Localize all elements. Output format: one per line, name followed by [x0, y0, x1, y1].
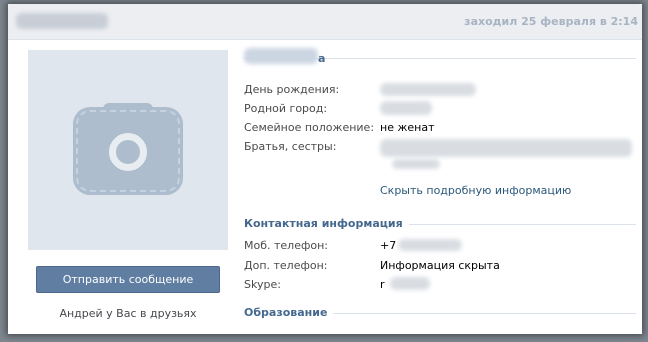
relationship-label: Семейное положение: — [244, 121, 375, 134]
redacted-skype — [390, 277, 430, 290]
mobile-label: Моб. телефон: — [244, 239, 329, 252]
profile-header-bar: заходил 25 февраля в 2:14 — [8, 4, 642, 40]
redacted-birthday — [380, 83, 476, 96]
redacted-siblings — [380, 139, 632, 157]
profile-name: а — [318, 52, 326, 65]
camera-lens-icon — [109, 133, 147, 171]
hometown-label: Родной город: — [244, 102, 328, 115]
birthday-label: День рождения: — [244, 83, 340, 96]
send-message-button[interactable]: Отправить сообщение — [36, 266, 220, 293]
skype-value[interactable]: r — [380, 278, 385, 291]
skype-label: Skype: — [244, 278, 281, 291]
extra-phone-value: Информация скрыта — [380, 259, 500, 272]
redacted-name — [16, 13, 108, 29]
hide-details-link[interactable]: Скрыть подробную информацию — [380, 184, 571, 197]
profile-window: заходил 25 февраля в 2:14 Отправить сооб… — [8, 4, 642, 334]
friends-status: Андрей у Вас в друзьях — [59, 307, 197, 320]
mobile-value: +7 — [380, 239, 397, 252]
profile-photo[interactable] — [28, 50, 228, 250]
siblings-label: Братья, сестры: — [244, 140, 337, 153]
redacted-hometown — [380, 101, 432, 115]
last-seen-status: заходил 25 февраля в 2:14 — [464, 15, 638, 28]
education-section-header: Образование — [244, 306, 636, 320]
extra-phone-label: Доп. телефон: — [244, 259, 328, 272]
contacts-section-header: Контактная информация — [244, 217, 636, 231]
education-section-title: Образование — [244, 306, 334, 319]
contacts-section-title: Контактная информация — [244, 217, 409, 230]
redacted-mobile — [398, 239, 462, 251]
relationship-value[interactable]: не женат — [380, 121, 434, 134]
redacted-siblings-2 — [392, 159, 440, 169]
redacted-profile-name — [244, 48, 318, 64]
